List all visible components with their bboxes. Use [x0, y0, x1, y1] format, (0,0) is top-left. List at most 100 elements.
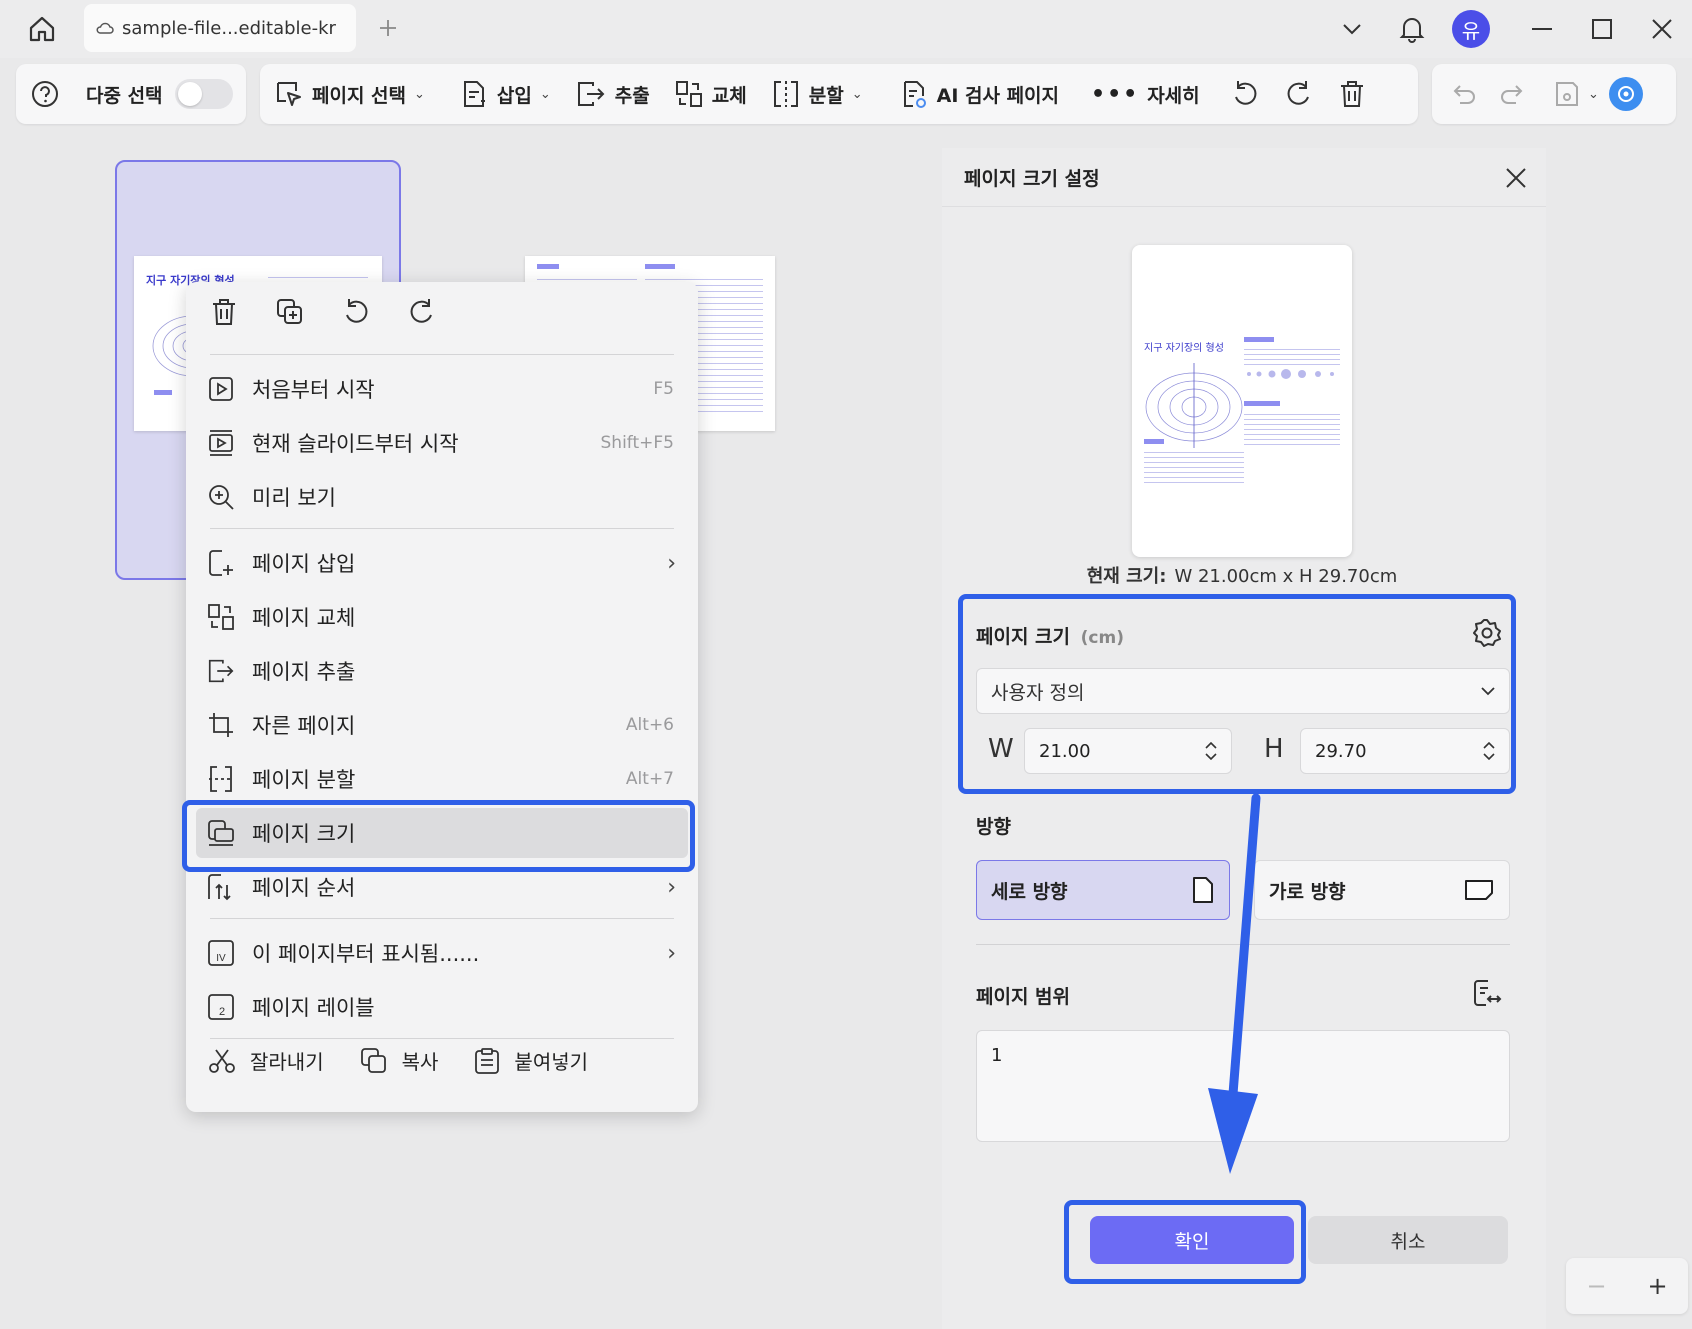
ctx-rotate-left-button[interactable]	[338, 294, 374, 330]
paste-label: 붙여넣기	[514, 1050, 589, 1074]
new-tab-button[interactable]	[372, 12, 404, 44]
menu-item-preview[interactable]: 미리 보기	[196, 472, 688, 522]
menu-separator	[210, 918, 674, 919]
preview-text-lines	[1244, 345, 1340, 365]
page-select-button[interactable]: 페이지 선택 ⌄	[260, 64, 437, 124]
menu-separator	[210, 528, 674, 529]
chevron-up-icon	[1205, 742, 1217, 749]
notification-button[interactable]	[1392, 10, 1432, 48]
zoom-in-button[interactable]: +	[1647, 1272, 1667, 1300]
ctx-delete-button[interactable]	[206, 294, 242, 330]
menu-shortcut: Alt+7	[625, 769, 674, 789]
menu-item-start-from-current[interactable]: 현재 슬라이드부터 시작 Shift+F5	[196, 418, 688, 468]
split-label: 분할	[808, 84, 844, 107]
preset-value: 사용자 정의	[991, 681, 1085, 704]
height-label: H	[1264, 734, 1284, 764]
copy-label: 복사	[401, 1050, 439, 1074]
toolbar-left-group: 다중 선택	[16, 64, 246, 124]
rotate-left-icon	[346, 299, 368, 323]
ctx-rotate-right-button[interactable]	[404, 294, 440, 330]
rotate-right-button[interactable]	[1272, 64, 1326, 124]
menu-item-crop-page[interactable]: 자른 페이지 Alt+6	[196, 700, 688, 750]
bell-icon	[1399, 18, 1425, 43]
context-menu: 처음부터 시작 F5 현재 슬라이드부터 시작 Shift+F5 미리 보기 페…	[186, 282, 698, 1112]
zoom-out-button[interactable]: −	[1586, 1272, 1606, 1300]
extract-icon	[206, 656, 236, 686]
height-stepper[interactable]	[1483, 742, 1495, 760]
chevron-down-icon: ⌄	[1588, 86, 1599, 102]
menu-label: 페이지 분할	[252, 768, 356, 792]
cut-button[interactable]: 잘라내기	[208, 1046, 324, 1075]
home-button[interactable]	[22, 10, 62, 48]
menu-item-page-label[interactable]: 2 페이지 레이블	[196, 982, 688, 1032]
menu-shortcut: Shift+F5	[600, 433, 674, 453]
page-order-icon	[206, 872, 236, 902]
cloud-icon	[96, 22, 114, 34]
page-range-select-button[interactable]	[1470, 976, 1504, 1010]
height-input[interactable]: 29.70	[1300, 728, 1510, 774]
menu-item-insert-page[interactable]: 페이지 삽입 ›	[196, 538, 688, 588]
cancel-button[interactable]: 취소	[1308, 1216, 1508, 1264]
multi-select-label: 다중 선택	[86, 84, 163, 107]
undo-button[interactable]	[1432, 64, 1488, 124]
save-button[interactable]: ⌄	[1538, 64, 1603, 124]
page-label-icon: 2	[206, 992, 236, 1022]
menu-item-split-page[interactable]: 페이지 분할 Alt+7	[196, 754, 688, 804]
landscape-page-icon	[1465, 880, 1493, 900]
undo-icon	[1453, 85, 1475, 104]
chevron-right-icon: ›	[667, 940, 676, 966]
panel-divider	[942, 206, 1546, 207]
split-icon	[773, 81, 798, 107]
ai-assistant-button[interactable]	[1603, 64, 1655, 124]
rotate-left-button[interactable]	[1212, 64, 1272, 124]
current-size-value: W 21.00cm x H 29.70cm	[1174, 566, 1398, 587]
replace-button[interactable]: 교체	[662, 64, 759, 124]
extract-button[interactable]: 추출	[563, 64, 662, 124]
menu-item-display-from-page[interactable]: IV 이 페이지부터 표시됨...... ›	[196, 928, 688, 978]
page-size-preset-select[interactable]: 사용자 정의	[976, 668, 1510, 714]
maximize-button[interactable]	[1582, 10, 1622, 48]
page-size-settings-button[interactable]	[1470, 616, 1504, 650]
close-icon	[1506, 168, 1526, 188]
document-tab[interactable]: sample-file...editable-kr	[84, 4, 356, 52]
multi-select-toggle[interactable]	[174, 79, 233, 109]
insert-label: 삽입	[496, 84, 532, 107]
roman-numeral-icon: IV	[206, 938, 236, 968]
chevron-down-icon: ⌄	[414, 86, 425, 102]
avatar[interactable]: 유	[1452, 10, 1490, 48]
menu-item-replace-page[interactable]: 페이지 교체	[196, 592, 688, 642]
trash-icon	[1340, 81, 1363, 107]
paste-button[interactable]: 붙여넣기	[474, 1046, 588, 1075]
width-input[interactable]: 21.00	[1024, 728, 1232, 774]
confirm-button[interactable]: 확인	[1090, 1216, 1294, 1264]
current-size-label: 현재 크기:	[1086, 566, 1167, 587]
more-dots-icon: •••	[1091, 81, 1140, 107]
width-label: W	[988, 734, 1014, 764]
close-window-button[interactable]	[1642, 10, 1682, 48]
preview-text-lines	[1144, 448, 1244, 484]
minimize-button[interactable]	[1522, 10, 1562, 48]
svg-text:IV: IV	[216, 953, 226, 964]
copy-button[interactable]: 복사	[360, 1046, 439, 1075]
split-page-icon	[206, 764, 236, 794]
help-button[interactable]	[16, 64, 72, 124]
menu-item-extract-page[interactable]: 페이지 추출	[196, 646, 688, 696]
menu-shortcut: Alt+6	[625, 715, 674, 735]
delete-button[interactable]	[1326, 64, 1378, 124]
cut-label: 잘라내기	[250, 1050, 324, 1074]
ctx-duplicate-button[interactable]	[272, 294, 308, 330]
split-button[interactable]: 분할 ⌄	[759, 64, 875, 124]
more-button[interactable]: ••• 자세히	[1071, 64, 1212, 124]
panel-close-button[interactable]	[1500, 162, 1532, 194]
menu-separator	[210, 354, 674, 355]
landscape-option[interactable]: 가로 방향	[1254, 860, 1510, 920]
redo-button[interactable]	[1488, 64, 1538, 124]
clipboard-actions: 잘라내기 복사 붙여넣기	[208, 1046, 588, 1075]
height-value: 29.70	[1315, 740, 1367, 762]
portrait-option[interactable]: 세로 방향	[976, 860, 1230, 920]
width-stepper[interactable]	[1205, 742, 1217, 760]
insert-button[interactable]: 삽입 ⌄	[437, 64, 563, 124]
ai-check-button[interactable]: AI 검사 페이지	[875, 64, 1071, 124]
dropdown-button[interactable]	[1332, 10, 1372, 48]
menu-item-start-from-beginning[interactable]: 처음부터 시작 F5	[196, 364, 688, 414]
